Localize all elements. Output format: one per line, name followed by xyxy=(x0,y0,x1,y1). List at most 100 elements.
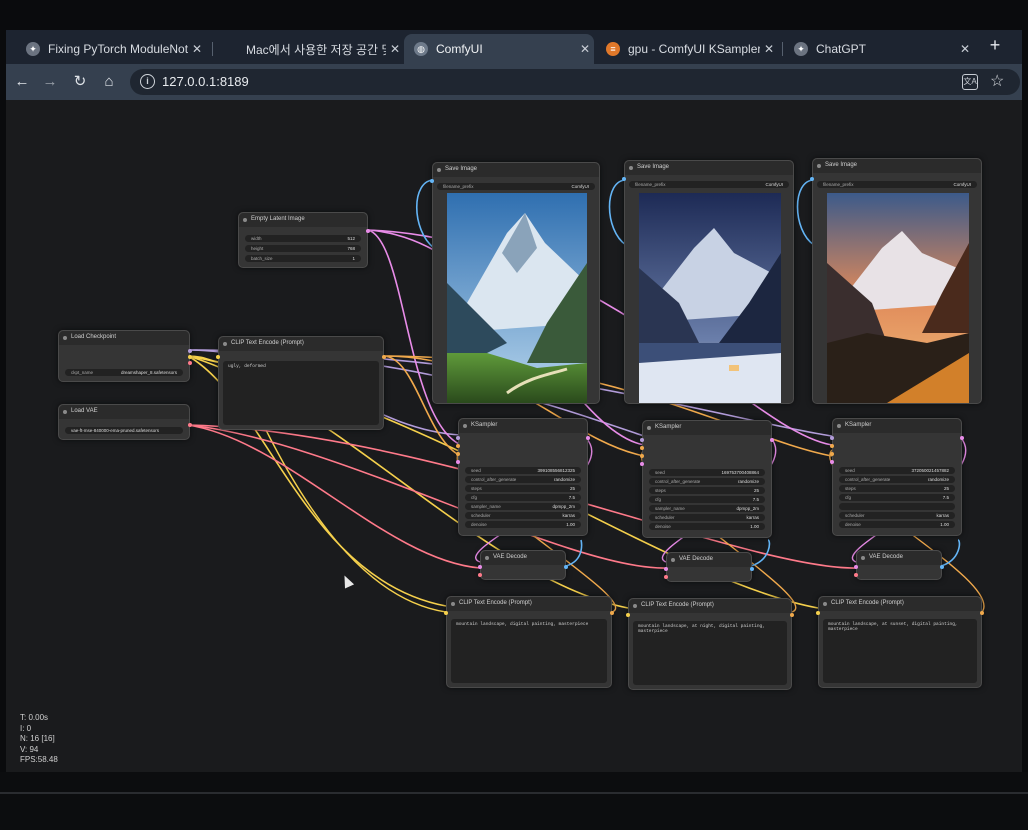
positive-input-port[interactable] xyxy=(640,446,644,450)
conditioning-output-port[interactable] xyxy=(382,355,386,359)
control-after-generate-widget[interactable]: control_after_generate randomize xyxy=(839,476,955,483)
vae-input-port[interactable] xyxy=(664,575,668,579)
control-after-generate-widget[interactable]: control_after_generate randomize xyxy=(649,478,765,485)
image-output-port[interactable] xyxy=(940,565,944,569)
empty-latent-image-node[interactable]: Empty Latent Image width 512 height 768 ba… xyxy=(238,212,370,268)
latent-input-port[interactable] xyxy=(830,460,834,464)
prompt-textarea[interactable]: mountain landscape, at night, digital pa… xyxy=(633,621,787,685)
positive-input-port[interactable] xyxy=(830,444,834,448)
image-output-port[interactable] xyxy=(564,565,568,569)
model-output-port[interactable] xyxy=(188,349,192,353)
latent-output-port[interactable] xyxy=(770,438,774,442)
conditioning-output-port[interactable] xyxy=(980,611,984,615)
denoise-widget[interactable]: denoise 1.00 xyxy=(839,521,955,528)
save-image-node[interactable]: Save Image filename_prefix ComfyUI xyxy=(430,162,600,404)
save-image-node[interactable]: Save Image filename_prefix ComfyUI xyxy=(810,158,982,404)
clip-text-encode-positive-node[interactable]: CLIP Text Encode (Prompt) mountain lands… xyxy=(444,596,614,688)
ksampler-node[interactable]: KSampler seed 169753700408864 control_aft… xyxy=(640,420,774,538)
vae-output-port[interactable] xyxy=(188,361,192,365)
vae-input-port[interactable] xyxy=(854,573,858,577)
close-icon[interactable]: ✕ xyxy=(956,42,974,56)
vae-decode-node[interactable]: VAE Decode xyxy=(478,550,568,580)
new-tab-button[interactable]: + xyxy=(984,35,1006,57)
steps-widget[interactable]: steps 25 xyxy=(649,487,765,494)
forward-icon[interactable]: → xyxy=(40,72,60,92)
clip-text-encode-negative-node[interactable]: CLIP Text Encode (Prompt) ugly, deformed xyxy=(216,336,386,430)
steps-widget[interactable]: steps 25 xyxy=(839,485,955,492)
samples-input-port[interactable] xyxy=(854,565,858,569)
url-text[interactable]: 127.0.0.1:8189 xyxy=(162,74,249,89)
steps-widget[interactable]: steps 25 xyxy=(465,485,581,492)
conditioning-output-port[interactable] xyxy=(610,611,614,615)
negative-input-port[interactable] xyxy=(640,454,644,458)
tab-fixing-pytorch[interactable]: ✦ Fixing PyTorch ModuleNotFou ✕ xyxy=(16,34,206,64)
close-icon[interactable]: ✕ xyxy=(760,42,778,56)
clip-input-port[interactable] xyxy=(816,611,820,615)
sampler-name-widget[interactable]: sampler_name dpmpp_2m xyxy=(649,505,765,512)
seed-widget[interactable]: seed 169753700408864 xyxy=(649,469,765,476)
cfg-widget[interactable]: cfg 7.5 xyxy=(649,496,765,503)
load-checkpoint-node[interactable]: Load Checkpoint ckpt_name dreamshaper_8.s… xyxy=(58,330,192,382)
negative-input-port[interactable] xyxy=(456,452,460,456)
filename-prefix-widget[interactable]: filename_prefix ComfyUI xyxy=(629,181,789,188)
model-input-port[interactable] xyxy=(456,436,460,440)
images-input-port[interactable] xyxy=(430,179,434,183)
vae-decode-node[interactable]: VAE Decode xyxy=(854,550,944,580)
close-icon[interactable]: ✕ xyxy=(386,42,404,56)
negative-input-port[interactable] xyxy=(830,452,834,456)
latent-output-port[interactable] xyxy=(366,229,370,233)
site-info-icon[interactable]: i xyxy=(140,74,155,89)
clip-text-encode-positive-node[interactable]: CLIP Text Encode (Prompt) mountain lands… xyxy=(626,598,794,690)
latent-output-port[interactable] xyxy=(960,436,964,440)
vae-decode-node[interactable]: VAE Decode xyxy=(664,552,754,582)
save-image-node[interactable]: Save Image filename_prefix ComfyUI xyxy=(622,160,794,404)
clip-text-encode-positive-node[interactable]: CLIP Text Encode (Prompt) mountain lands… xyxy=(816,596,984,688)
ksampler-node[interactable]: KSampler seed 372050021457882 control_aft… xyxy=(830,418,964,536)
scheduler-widget[interactable]: scheduler karras xyxy=(649,514,765,521)
tab-comfyui[interactable]: ◍ ComfyUI ✕ xyxy=(404,34,594,64)
translate-icon[interactable]: 文A xyxy=(962,74,978,90)
sampler-name-widget[interactable] xyxy=(839,503,955,510)
scheduler-widget[interactable]: scheduler karras xyxy=(465,512,581,519)
clip-input-port[interactable] xyxy=(216,355,220,359)
clip-output-port[interactable] xyxy=(188,355,192,359)
close-icon[interactable]: ✕ xyxy=(188,42,206,56)
images-input-port[interactable] xyxy=(622,177,626,181)
samples-input-port[interactable] xyxy=(478,565,482,569)
ksampler-node[interactable]: KSampler seed 399108556812325 control_aft… xyxy=(456,418,590,536)
comfyui-canvas[interactable]: Empty Latent Image width 512 height 768 ba… xyxy=(6,100,1022,772)
model-input-port[interactable] xyxy=(640,438,644,442)
latent-input-port[interactable] xyxy=(640,462,644,466)
filename-prefix-widget[interactable]: filename_prefix ComfyUI xyxy=(437,183,595,190)
tab-mac-storage[interactable]: Mac에서 사용한 저장 공간 및 사용 ✕ xyxy=(214,34,404,64)
denoise-widget[interactable]: denoise 1.00 xyxy=(649,523,765,530)
prompt-textarea[interactable]: mountain landscape, at sunset, digital p… xyxy=(823,619,977,683)
filename-prefix-widget[interactable]: filename_prefix ComfyUI xyxy=(817,181,977,188)
tab-chatgpt[interactable]: ✦ ChatGPT ✕ xyxy=(784,34,974,64)
seed-widget[interactable]: seed 372050021457882 xyxy=(839,467,955,474)
batch-size-widget[interactable]: batch_size 1 xyxy=(245,255,361,262)
height-widget[interactable]: height 768 xyxy=(245,245,361,252)
bookmark-star-icon[interactable]: ☆ xyxy=(990,71,1004,91)
address-bar[interactable]: i 127.0.0.1:8189 文A ☆ xyxy=(130,69,1020,95)
conditioning-output-port[interactable] xyxy=(790,613,794,617)
prompt-textarea[interactable]: mountain landscape, digital painting, ma… xyxy=(451,619,607,683)
reload-icon[interactable]: ↻ xyxy=(70,72,90,92)
positive-input-port[interactable] xyxy=(456,444,460,448)
scheduler-widget[interactable]: scheduler karras xyxy=(839,512,955,519)
denoise-widget[interactable]: denoise 1.00 xyxy=(465,521,581,528)
samples-input-port[interactable] xyxy=(664,567,668,571)
latent-input-port[interactable] xyxy=(456,460,460,464)
home-icon[interactable]: ⌂ xyxy=(99,72,119,92)
vae-name-widget[interactable]: vae-ft-mse-840000-ema-pruned.safetensors xyxy=(65,427,183,434)
control-after-generate-widget[interactable]: control_after_generate randomize xyxy=(465,476,581,483)
width-widget[interactable]: width 512 xyxy=(245,235,361,242)
vae-input-port[interactable] xyxy=(478,573,482,577)
clip-input-port[interactable] xyxy=(626,613,630,617)
model-input-port[interactable] xyxy=(830,436,834,440)
tab-stackoverflow[interactable]: ≡ gpu - ComfyUI KSampler ste ✕ xyxy=(596,34,778,64)
seed-widget[interactable]: seed 399108556812325 xyxy=(465,467,581,474)
ckpt-name-widget[interactable]: ckpt_name dreamshaper_8.safetensors xyxy=(65,369,183,376)
clip-input-port[interactable] xyxy=(444,611,448,615)
load-vae-node[interactable]: Load VAE vae-ft-mse-840000-ema-pruned.sa… xyxy=(58,404,192,440)
